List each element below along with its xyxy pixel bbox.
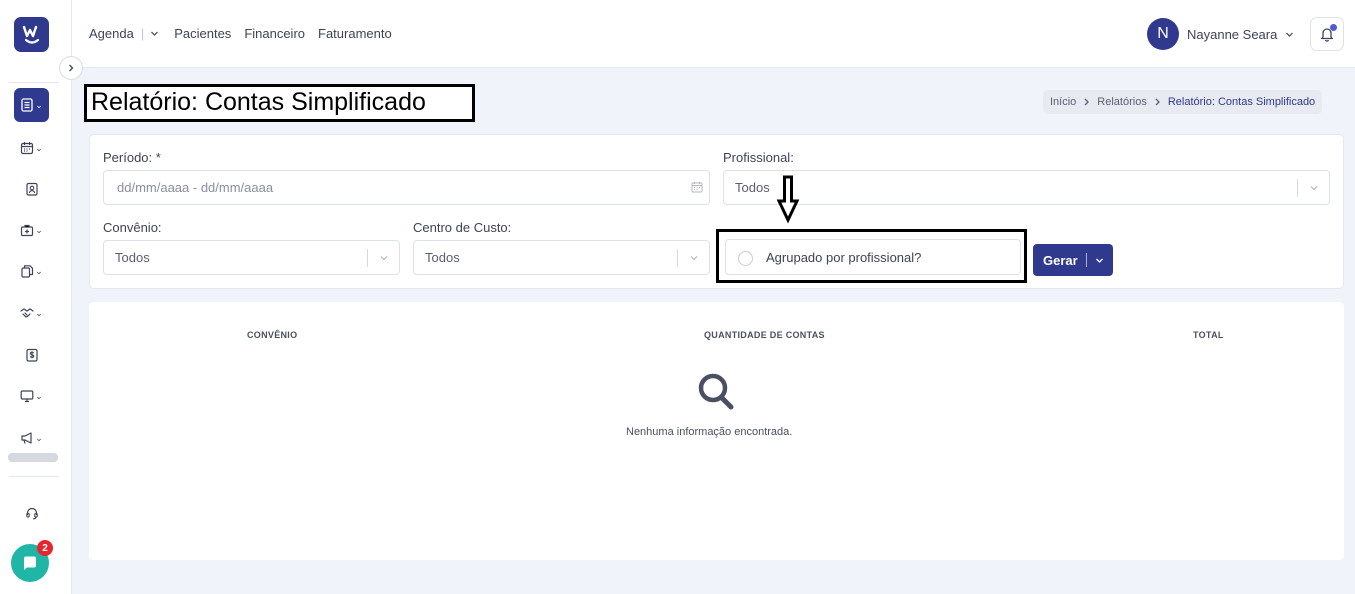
- empty-message: Nenhuma informação encontrada.: [626, 426, 793, 438]
- chevron-down-icon: [677, 249, 709, 267]
- breadcrumb-home[interactable]: Início: [1050, 96, 1076, 108]
- sidebar-divider: [9, 476, 59, 477]
- sidebar-item-agreements[interactable]: ⌄: [14, 296, 49, 330]
- chevron-down-icon: [151, 31, 159, 36]
- user-name: Nayanne Seara: [1187, 26, 1278, 42]
- topbar: Agenda | Pacientes Financeiro Faturament…: [72, 0, 1355, 68]
- page-title: Relatório: Contas Simplificado: [84, 84, 475, 122]
- calendar-icon: [21, 142, 34, 155]
- button-divider: [1085, 253, 1087, 267]
- chevron-down-icon: ⌄: [35, 265, 43, 276]
- chevron-down-icon: [367, 249, 399, 267]
- handshake-icon: [20, 308, 34, 318]
- chevron-down-icon: [1297, 179, 1329, 197]
- monitor-icon: [20, 390, 34, 403]
- avatar: N: [1147, 18, 1179, 50]
- sidebar-item-finance[interactable]: [14, 338, 49, 372]
- documents-icon: [21, 265, 34, 278]
- convenio-label: Convênio:: [103, 220, 162, 235]
- periodo-label: Período: *: [103, 150, 161, 165]
- profissional-value: Todos: [735, 180, 770, 195]
- chevron-right-icon: [69, 64, 74, 72]
- chevron-down-icon: ⌄: [35, 142, 43, 153]
- agrupado-checkbox[interactable]: [738, 251, 753, 266]
- notification-dot: [1330, 24, 1337, 31]
- chat-icon: [24, 556, 36, 570]
- sidebar: ⌄ ⌄ ⌄ ⌄ ⌄ ⌄ ⌄ 2: [0, 0, 72, 594]
- user-menu[interactable]: N Nayanne Seara: [1147, 18, 1294, 50]
- chevron-down-icon: ⌄: [35, 307, 43, 318]
- sidebar-item-clinic[interactable]: ⌄: [14, 213, 49, 247]
- gerar-button[interactable]: Gerar: [1033, 244, 1113, 276]
- chevron-down-icon: ⌄: [35, 390, 43, 401]
- nav-agenda[interactable]: Agenda: [89, 26, 134, 41]
- centro-custo-value: Todos: [425, 250, 460, 265]
- megaphone-icon: [21, 432, 32, 444]
- centro-custo-select[interactable]: Todos: [413, 240, 710, 275]
- profissional-select[interactable]: Todos: [723, 170, 1330, 205]
- agrupado-label[interactable]: Agrupado por profissional?: [766, 250, 921, 265]
- sidebar-item-marketing[interactable]: ⌄: [14, 421, 49, 455]
- periodo-input[interactable]: dd/mm/aaaa - dd/mm/aaaa: [103, 170, 710, 205]
- sidebar-item-calendar[interactable]: ⌄: [14, 131, 49, 165]
- chevron-down-icon: ⌄: [35, 432, 43, 443]
- nav-agenda-dropdown[interactable]: [150, 29, 159, 38]
- convenio-select[interactable]: Todos: [103, 240, 400, 275]
- centro-custo-label: Centro de Custo:: [413, 220, 512, 235]
- chevron-down-icon: ⌄: [35, 99, 43, 110]
- sidebar-collapse-button[interactable]: [59, 56, 83, 80]
- profissional-label: Profissional:: [723, 150, 794, 165]
- logo[interactable]: [14, 17, 49, 52]
- chat-badge: 2: [37, 540, 53, 556]
- chevron-right-icon: [1084, 98, 1090, 106]
- sidebar-item-monitor[interactable]: ⌄: [14, 379, 49, 413]
- calendar-icon: [691, 182, 703, 193]
- arrow-down-icon: [776, 175, 800, 224]
- breadcrumb-reports[interactable]: Relatórios: [1097, 96, 1147, 108]
- column-header-quantidade[interactable]: QUANTIDADE DE CONTAS: [704, 330, 825, 340]
- notifications-button[interactable]: [1310, 17, 1344, 51]
- column-header-convenio[interactable]: CONVÊNIO: [247, 330, 297, 340]
- search-icon: [698, 373, 734, 410]
- headset-icon: [25, 507, 38, 520]
- breadcrumb: Início Relatórios Relatório: Contas Simp…: [1043, 90, 1323, 114]
- medical-bag-icon: [21, 224, 34, 237]
- nav-financeiro[interactable]: Financeiro: [244, 26, 305, 41]
- chevron-down-icon: [1286, 32, 1294, 37]
- dollar-icon: [25, 348, 38, 362]
- report-icon: [21, 98, 33, 112]
- chevron-down-icon: [1095, 258, 1103, 263]
- chevron-down-icon: ⌄: [35, 224, 43, 235]
- patient-card-icon: [25, 182, 38, 196]
- convenio-value: Todos: [115, 250, 150, 265]
- column-header-total[interactable]: TOTAL: [1193, 330, 1224, 340]
- nav-faturamento[interactable]: Faturamento: [318, 26, 392, 41]
- chevron-right-icon: [1155, 98, 1160, 106]
- logo-icon: [22, 25, 39, 44]
- sidebar-item-documents[interactable]: ⌄: [14, 254, 49, 288]
- sidebar-scrollbar[interactable]: [8, 453, 58, 462]
- nav-separator: |: [140, 26, 145, 41]
- top-navigation: Agenda | Pacientes Financeiro Faturament…: [89, 26, 405, 41]
- nav-pacientes[interactable]: Pacientes: [174, 26, 231, 41]
- sidebar-item-patients[interactable]: [14, 172, 49, 206]
- sidebar-item-support[interactable]: [14, 496, 49, 530]
- sidebar-item-reports[interactable]: ⌄: [14, 88, 49, 122]
- gerar-label: Gerar: [1043, 252, 1078, 268]
- sidebar-divider: [9, 82, 59, 83]
- periodo-placeholder: dd/mm/aaaa - dd/mm/aaaa: [117, 180, 274, 195]
- breadcrumb-current: Relatório: Contas Simplificado: [1167, 96, 1316, 108]
